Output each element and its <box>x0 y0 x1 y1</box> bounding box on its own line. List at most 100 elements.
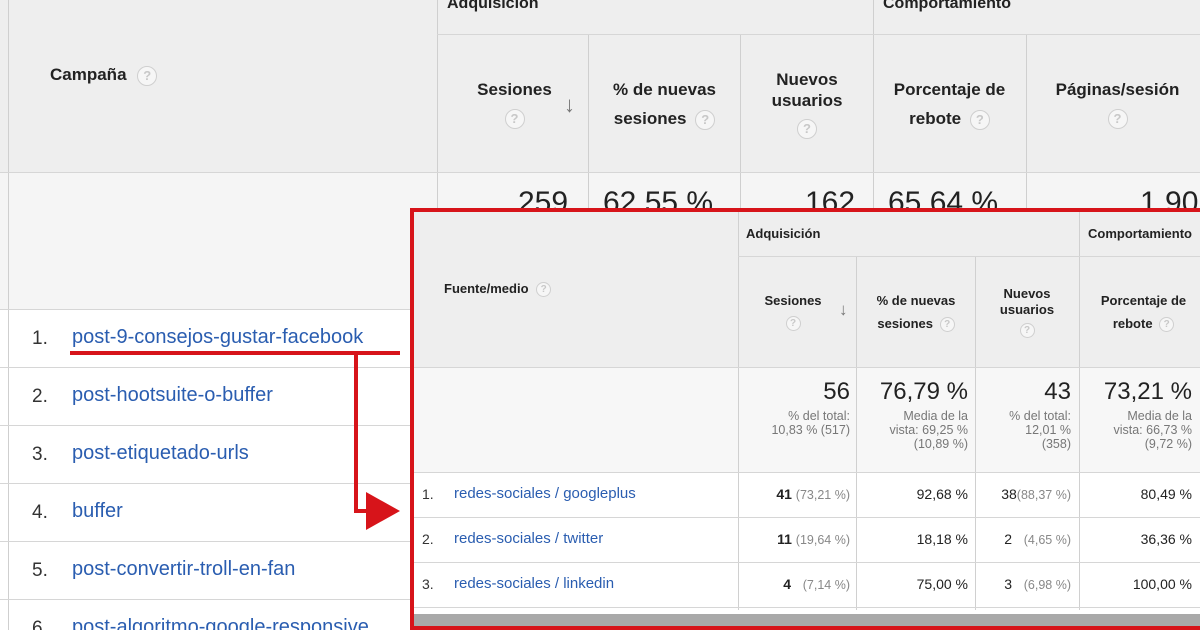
dimension-header[interactable]: Fuente/medio ? <box>444 281 552 298</box>
row-bounce: 100,00 % <box>1132 576 1192 592</box>
row-sessions: 4 (7,14 %) <box>744 576 850 592</box>
group-behavior: Comportamiento <box>883 0 1011 12</box>
help-icon[interactable]: ? <box>939 317 955 333</box>
col-pct-new-sessions[interactable]: % de nuevas sesiones ? <box>860 293 972 333</box>
dimension-header-label: Fuente/medio <box>444 281 529 296</box>
total-subtext: vista: 66,73 % <box>1113 423 1192 437</box>
total-pct-new-detail: Media de la vista: 69,25 % (10,89 %) <box>860 409 968 451</box>
col-sessions[interactable]: Sesiones ? <box>452 79 577 129</box>
row-number: 6. <box>32 618 48 630</box>
campaign-link[interactable]: post-hootsuite-o-buffer <box>72 384 273 407</box>
col-new-users-label-2: usuarios <box>999 302 1055 317</box>
col-pages-label: Páginas/sesión <box>1055 80 1180 99</box>
source-medium-link[interactable]: redes-sociales / twitter <box>454 530 603 547</box>
group-behavior: Comportamiento <box>1088 226 1192 241</box>
campaign-link[interactable]: post-9-consejos-gustar-facebook <box>72 326 363 349</box>
new-users-share: (4,65 %) <box>1023 533 1071 547</box>
help-icon[interactable]: ? <box>1019 323 1035 339</box>
new-users-value: 2 <box>1004 531 1013 547</box>
help-icon[interactable]: ? <box>969 109 990 130</box>
sessions-share: (19,64 %) <box>795 533 850 547</box>
help-icon[interactable]: ? <box>536 282 552 298</box>
table-row: 3. post-etiquetado-urls <box>0 425 410 483</box>
row-new-users: 2 (4,65 %) <box>979 531 1071 547</box>
campaign-link[interactable]: post-convertir-troll-en-fan <box>72 558 295 581</box>
sessions-share: (7,14 %) <box>802 578 850 592</box>
total-subtext: (358) <box>1041 437 1071 451</box>
row-number: 2. <box>422 531 434 547</box>
row-number: 5. <box>32 560 48 581</box>
col-bounce-label-2: rebote <box>909 109 962 128</box>
total-new-users: 43 <box>1044 378 1071 405</box>
col-new-users[interactable]: Nuevos usuarios ? <box>979 286 1075 339</box>
col-sessions[interactable]: Sesiones ? <box>748 293 838 332</box>
new-users-value: 38 <box>1001 486 1017 502</box>
table-row: 2. redes-sociales / twitter 11 (19,64 %)… <box>414 517 1200 562</box>
col-new-users-label-2: usuarios <box>771 91 843 110</box>
sessions-value: 4 <box>783 576 792 592</box>
row-number: 1. <box>32 328 48 349</box>
total-subtext: % del total: <box>1009 409 1071 423</box>
table-row: 1. redes-sociales / googleplus 41 (73,21… <box>414 472 1200 517</box>
col-new-users-label-1: Nuevos <box>776 70 838 89</box>
col-bounce-label-1: Porcentaje de <box>893 80 1006 99</box>
row-sessions: 11 (19,64 %) <box>744 531 850 547</box>
total-sessions: 56 <box>823 378 850 405</box>
sort-arrow-icon[interactable]: ↓ <box>564 92 575 118</box>
row-pct-new: 75,00 % <box>916 576 968 592</box>
total-sessions-detail: % del total: 10,83 % (517) <box>740 409 850 437</box>
table-row: 3. redes-sociales / linkedin 4 (7,14 %) … <box>414 562 1200 607</box>
help-icon[interactable]: ? <box>1107 108 1128 129</box>
row-number: 3. <box>422 576 434 592</box>
help-icon[interactable]: ? <box>695 109 716 130</box>
row-number: 3. <box>32 444 48 465</box>
total-subtext: (9,72 %) <box>1144 437 1192 451</box>
row-number: 4. <box>32 502 48 523</box>
source-medium-link[interactable]: redes-sociales / googleplus <box>454 485 636 502</box>
help-icon[interactable]: ? <box>797 118 817 139</box>
new-users-value: 3 <box>1004 576 1013 592</box>
horizontal-scrollbar[interactable] <box>414 614 1200 626</box>
campaign-link[interactable]: post-etiquetado-urls <box>72 442 249 465</box>
help-icon[interactable]: ? <box>1159 317 1175 333</box>
source-medium-link[interactable]: redes-sociales / linkedin <box>454 575 614 592</box>
col-bounce-label-1: Porcentaje de <box>1100 293 1187 308</box>
col-bounce-label-2: rebote <box>1112 316 1153 331</box>
col-new-users[interactable]: Nuevos usuarios ? <box>742 69 872 139</box>
table-row: 4. buffer <box>0 483 410 541</box>
help-icon[interactable]: ? <box>137 65 158 86</box>
row-number: 2. <box>32 386 48 407</box>
total-subtext: Media de la <box>903 409 968 423</box>
help-icon[interactable]: ? <box>504 108 525 129</box>
col-sessions-label: Sesiones <box>477 80 552 99</box>
col-pct-new-sessions[interactable]: % de nuevas sesiones ? <box>592 79 737 130</box>
col-pct-new-label-1: % de nuevas <box>876 293 956 308</box>
col-sessions-label: Sesiones <box>764 293 822 308</box>
annotation-arrow-icon <box>366 492 400 530</box>
source-medium-table: Adquisición Comportamiento Fuente/medio … <box>410 208 1200 630</box>
col-bounce-rate[interactable]: Porcentaje de rebote ? <box>1086 293 1200 333</box>
table-row: 2. post-hootsuite-o-buffer <box>0 367 410 425</box>
campaign-link[interactable]: post-algoritmo-google-responsive <box>72 616 369 630</box>
table-row: 1. post-9-consejos-gustar-facebook <box>0 309 410 367</box>
row-new-users: 3 (6,98 %) <box>979 576 1071 592</box>
col-pages-session[interactable]: Páginas/sesión ? <box>1030 79 1200 129</box>
dimension-header[interactable]: Campaña ? <box>50 64 158 86</box>
total-subtext: 12,01 % <box>1025 423 1071 437</box>
row-pct-new: 92,68 % <box>916 486 968 502</box>
col-bounce-rate[interactable]: Porcentaje de rebote ? <box>877 79 1022 130</box>
row-number: 1. <box>422 486 434 502</box>
total-subtext: % del total: <box>788 409 850 423</box>
total-subtext: vista: 69,25 % <box>889 423 968 437</box>
col-new-users-label-1: Nuevos <box>1003 286 1051 301</box>
help-icon[interactable]: ? <box>785 316 801 332</box>
sessions-share: (73,21 %) <box>795 488 850 502</box>
total-bounce-detail: Media de la vista: 66,73 % (9,72 %) <box>1084 409 1192 451</box>
annotation-connector-line <box>354 353 358 513</box>
row-new-users: 38(88,37 %) <box>979 486 1071 502</box>
total-new-users-detail: % del total: 12,01 % (358) <box>979 409 1071 451</box>
sort-arrow-icon[interactable]: ↓ <box>839 300 848 320</box>
total-bounce: 73,21 % <box>1103 378 1192 405</box>
sessions-value: 11 <box>777 531 792 547</box>
campaign-link[interactable]: buffer <box>72 500 123 523</box>
